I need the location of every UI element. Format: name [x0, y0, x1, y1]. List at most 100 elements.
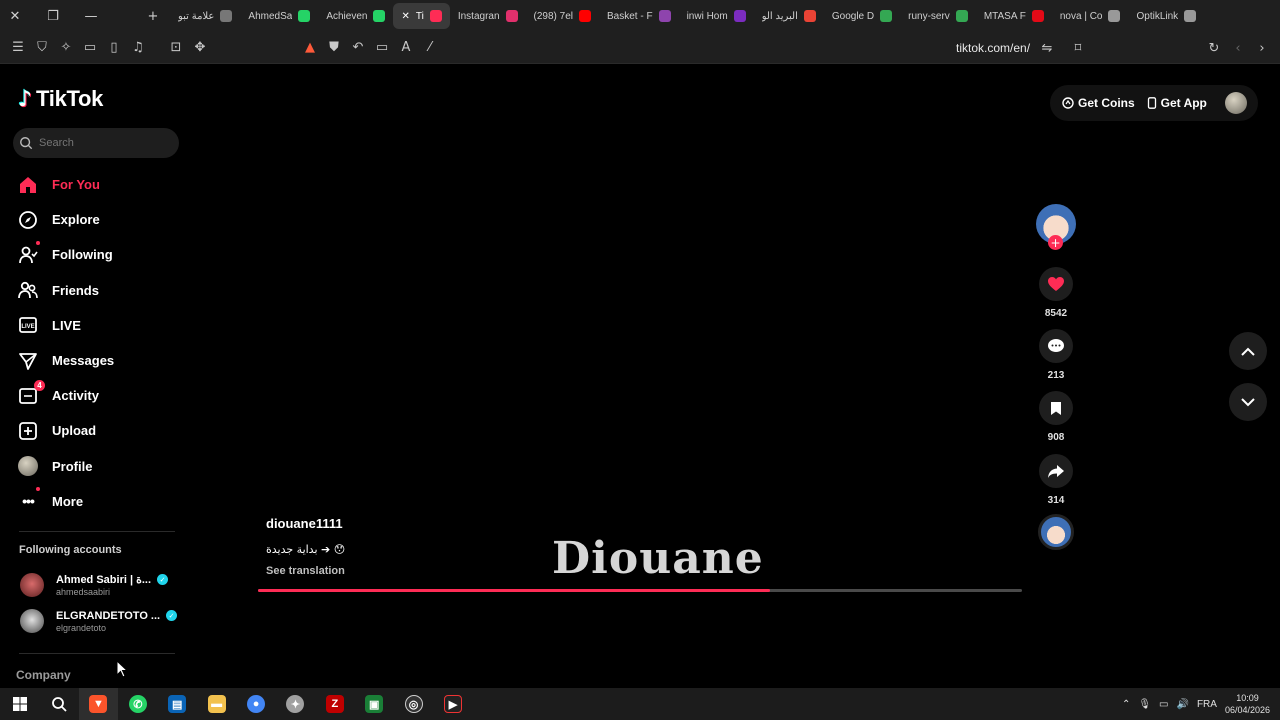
search-box[interactable]: [13, 128, 179, 158]
forward-icon[interactable]: ›: [1250, 36, 1274, 60]
brave-browser-icon[interactable]: ▼: [78, 688, 119, 720]
leo-icon[interactable]: ⁄: [418, 36, 442, 60]
back-icon[interactable]: ‹: [1226, 36, 1250, 60]
video-author[interactable]: diouane1111: [266, 516, 343, 531]
browser-tab[interactable]: MTASA F: [976, 3, 1052, 29]
following-account-item[interactable]: ELGRANDETOTO ... ✓ elgrandetoto: [20, 609, 178, 633]
new-tab-icon[interactable]: +: [138, 0, 168, 32]
volume-icon[interactable]: 🔊: [1177, 699, 1189, 710]
minimize-window-icon[interactable]: —: [76, 0, 106, 32]
address-bar-url[interactable]: tiktok.com/en/: [956, 41, 1030, 55]
scroll-up-button[interactable]: [1229, 332, 1267, 370]
brave-rewards-icon[interactable]: ▲: [298, 36, 322, 60]
screenshot-icon[interactable]: ⊡: [164, 36, 188, 60]
puzzle-icon[interactable]: ✥: [188, 36, 212, 60]
browser-tab[interactable]: runy-serv: [900, 3, 976, 29]
video-player[interactable]: [256, 160, 1024, 592]
sidebar-icon[interactable]: ▯: [102, 36, 126, 60]
see-translation-link[interactable]: See translation: [266, 565, 345, 577]
browser-tab[interactable]: (298) 7el: [526, 3, 599, 29]
tab-favicon-icon: [1031, 10, 1044, 22]
nav-activity[interactable]: 4 Activity: [18, 378, 178, 413]
clock-date: 06/04/2026: [1224, 705, 1270, 715]
microphone-icon[interactable]: 🎙: [1138, 699, 1151, 710]
file-explorer-icon[interactable]: ▬: [197, 688, 236, 720]
undo-icon[interactable]: ↶: [346, 36, 370, 60]
get-app-button[interactable]: Get App: [1147, 96, 1207, 110]
company-link[interactable]: Company: [16, 668, 71, 682]
windows-start-icon[interactable]: [0, 688, 39, 720]
tab-title: AhmedSa: [248, 10, 293, 22]
music-disc[interactable]: [1038, 514, 1074, 550]
close-window-icon[interactable]: ✕: [0, 0, 30, 32]
user-avatar[interactable]: [1224, 92, 1247, 114]
browser-tab[interactable]: inwi Hom: [679, 3, 754, 29]
browser-tab[interactable]: علامة تبو: [170, 3, 240, 29]
video-editor-icon[interactable]: ▶: [433, 688, 472, 720]
obs-icon[interactable]: ◎: [394, 688, 433, 720]
browser-tab[interactable]: AhmedSa: [240, 3, 318, 29]
nav-label: Following: [52, 247, 113, 263]
menu-icon[interactable]: ☰: [6, 36, 30, 60]
system-clock[interactable]: 10:09 06/04/2026: [1225, 692, 1270, 716]
account-name: Ahmed Sabiri | ة...: [56, 574, 152, 586]
tab-favicon-icon: [658, 10, 671, 22]
nav-friends[interactable]: Friends: [18, 273, 178, 308]
browser-tab[interactable]: البريد الو: [754, 3, 824, 29]
get-app-label: Get App: [1160, 96, 1207, 110]
wallet-icon[interactable]: ▭: [78, 36, 102, 60]
nav-for-you[interactable]: For You: [18, 167, 178, 202]
network-icon[interactable]: ▭: [1159, 699, 1168, 710]
logo-text: TikTok: [36, 86, 104, 111]
get-coins-button[interactable]: Get Coins: [1062, 96, 1135, 110]
music-icon[interactable]: ♫: [126, 36, 150, 60]
bookmark-icon[interactable]: ⌑: [1066, 36, 1090, 60]
nav-profile[interactable]: Profile: [18, 449, 178, 484]
bookmark-icon: [1051, 401, 1061, 415]
filezilla-icon[interactable]: Z: [315, 688, 354, 720]
cast-icon[interactable]: ▭: [370, 36, 394, 60]
tab-title: nova | Co: [1059, 10, 1103, 22]
restore-window-icon[interactable]: ❐: [38, 0, 68, 32]
svg-text:LIVE: LIVE: [21, 324, 34, 330]
browser-tab[interactable]: Google D: [824, 3, 900, 29]
search-input[interactable]: [39, 137, 169, 149]
browser-tab[interactable]: OptikLink: [1128, 3, 1204, 29]
follow-plus-icon[interactable]: +: [1048, 235, 1063, 250]
following-account-item[interactable]: Ahmed Sabiri | ة... ✓ ahmedsaabiri: [20, 573, 169, 597]
video-progress-bar[interactable]: [258, 589, 1022, 592]
shield-icon[interactable]: ⛉: [30, 36, 54, 60]
terminal-icon[interactable]: ▣: [355, 688, 394, 720]
nav-following[interactable]: Following: [18, 237, 178, 272]
tab-title: Google D: [831, 10, 875, 22]
close-tab-icon[interactable]: ✕: [401, 11, 409, 22]
tray-expand-icon[interactable]: ⌃: [1122, 699, 1130, 710]
scroll-down-button[interactable]: [1229, 383, 1267, 421]
browser-tab[interactable]: ✕ Ti: [393, 3, 450, 29]
browser-tab[interactable]: Basket - F: [599, 3, 679, 29]
share-button[interactable]: [1039, 454, 1073, 488]
taskbar-search-icon[interactable]: [39, 688, 78, 720]
language-indicator[interactable]: FRA: [1197, 699, 1217, 710]
app-icon[interactable]: ✦: [276, 688, 315, 720]
chrome-icon[interactable]: ●: [236, 688, 275, 720]
site-settings-icon[interactable]: ⇋: [1035, 36, 1059, 60]
browser-tab[interactable]: Instagran: [450, 3, 526, 29]
nav-live[interactable]: LIVE LIVE: [18, 308, 178, 343]
comment-button[interactable]: [1039, 329, 1073, 363]
tiktok-logo[interactable]: ♪ TikTok: [18, 86, 103, 112]
browser-tab[interactable]: Achieven: [318, 3, 393, 29]
translate-icon[interactable]: A: [394, 36, 418, 60]
nav-more[interactable]: ••• More: [18, 484, 178, 519]
outlook-icon[interactable]: ▤: [158, 688, 197, 720]
browser-tab[interactable]: nova | Co: [1052, 3, 1129, 29]
extensions-icon[interactable]: ✧: [54, 36, 78, 60]
nav-explore[interactable]: Explore: [18, 202, 178, 237]
save-button[interactable]: [1039, 391, 1073, 425]
whatsapp-icon[interactable]: ✆: [118, 688, 157, 720]
reload-icon[interactable]: ↻: [1202, 36, 1226, 60]
brave-shield-icon[interactable]: ⛊: [322, 36, 346, 60]
nav-upload[interactable]: Upload: [18, 413, 178, 448]
nav-messages[interactable]: Messages: [18, 343, 178, 378]
like-button[interactable]: [1039, 267, 1073, 301]
